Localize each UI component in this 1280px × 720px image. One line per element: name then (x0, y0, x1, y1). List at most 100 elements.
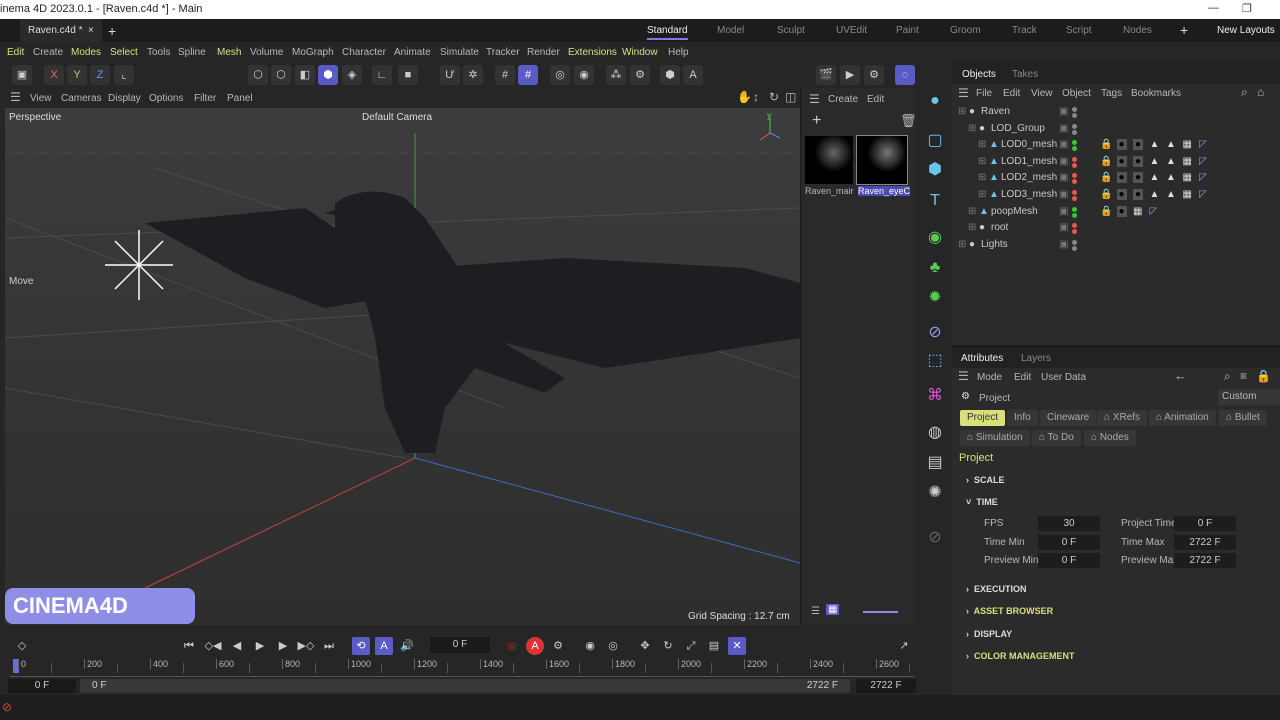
point-level-icon[interactable]: ✕ (728, 637, 746, 655)
menu-help[interactable]: Help (668, 47, 689, 58)
object-row[interactable]: ⊞ ▲ poopMesh ▣ 🔒 ● ▦ ◸ (952, 204, 1280, 220)
project-time-field[interactable]: 0 F (1174, 516, 1236, 531)
section-execution[interactable]: › EXECUTION (966, 584, 1027, 594)
edges-mode-icon[interactable]: ⬡ (271, 65, 291, 85)
tag-icon[interactable]: 🔒 (1100, 172, 1112, 183)
ptab-todo[interactable]: ⌂ To Do (1032, 430, 1081, 446)
layout-uvedit[interactable]: UVEdit (836, 25, 867, 36)
preset-dropdown[interactable]: Custom (1218, 389, 1280, 405)
text-icon[interactable]: T (925, 191, 945, 211)
tag-icon[interactable]: ● (1133, 189, 1144, 200)
expand-icon[interactable]: ⊞ (958, 106, 966, 117)
autokey-icon[interactable]: A (526, 637, 544, 655)
grid-icon[interactable]: # (495, 65, 515, 85)
menu-tools[interactable]: Tools (147, 47, 170, 58)
tag-icon[interactable]: ▲ (1166, 156, 1176, 167)
menu-edit[interactable]: Edit (7, 47, 24, 58)
list-view-icon[interactable]: ☰ (811, 606, 820, 617)
search-icon[interactable]: ⌕ (1224, 369, 1231, 384)
delete-material-icon[interactable]: 🗑 (900, 113, 917, 129)
scheme-icon[interactable]: ◎ (604, 637, 622, 655)
editor-visibility-dot[interactable] (1072, 156, 1077, 162)
render-visibility-dot[interactable] (1072, 162, 1077, 168)
menu-animate[interactable]: Animate (394, 47, 431, 58)
environment-icon[interactable]: ◍ (925, 423, 945, 443)
error-icon[interactable]: ⊘ (2, 700, 12, 714)
render-settings-clapper-icon[interactable]: ⚙ (864, 65, 884, 85)
render-visibility-dot[interactable] (1072, 113, 1077, 118)
viewport-menu-filter[interactable]: Filter (194, 93, 216, 104)
ptab-xrefs[interactable]: ⌂ XRefs (1097, 410, 1148, 426)
viewport[interactable]: y Perspective Default Camera Move Grid S… (5, 108, 800, 625)
sound-icon[interactable]: 🔊 (398, 637, 416, 655)
add-layout-button[interactable]: + (1180, 22, 1188, 38)
attr-menu-mode[interactable]: Mode (977, 372, 1002, 383)
edit-visibility-icon[interactable]: ▣ (1059, 123, 1068, 134)
menu-mesh[interactable]: Mesh (217, 47, 241, 58)
menu-select[interactable]: Select (110, 47, 138, 58)
render-view-icon[interactable]: 🎬 (816, 65, 836, 85)
hamburger-icon[interactable]: ☰ (10, 90, 21, 104)
object-row[interactable]: ⊞ ● LOD_Group ▣ (952, 121, 1280, 137)
edit-visibility-icon[interactable]: ▣ (1059, 106, 1068, 117)
tag-icon[interactable]: ▲ (1166, 172, 1176, 183)
grid-snap-icon[interactable]: # (518, 65, 538, 85)
home-icon[interactable]: ⌂ (1257, 85, 1264, 99)
spline-icon[interactable]: ▢ (925, 131, 945, 151)
playback-mode-icon[interactable]: A (375, 637, 393, 655)
menu-simulate[interactable]: Simulate (440, 47, 479, 58)
field-icon[interactable]: ⊘ (925, 323, 945, 343)
tag-icon[interactable]: ▦ (1183, 172, 1192, 183)
editor-visibility-dot[interactable] (1072, 239, 1077, 245)
render-visibility-dot[interactable] (1072, 146, 1077, 152)
max-time-field[interactable]: 2722 F (856, 679, 916, 693)
hamburger-icon[interactable]: ☰ (809, 92, 820, 106)
fps-field[interactable]: 30 (1038, 516, 1100, 531)
restore-button[interactable]: ❐ (1242, 2, 1252, 15)
render-visibility-dot[interactable] (1072, 212, 1077, 218)
ptab-animation[interactable]: ⌂ Animation (1149, 410, 1216, 426)
position-key-icon[interactable]: ✥ (636, 637, 654, 655)
next-key-icon[interactable]: ▶◇ (297, 637, 315, 655)
material-thumb-selected[interactable] (856, 135, 908, 185)
render-visibility-dot[interactable] (1072, 245, 1077, 251)
cube-icon[interactable]: ⬢ (925, 160, 945, 180)
menu-window[interactable]: Window (622, 47, 658, 58)
prev-frame-icon[interactable]: ◀ (228, 637, 246, 655)
back-arrow-icon[interactable]: ← (1174, 368, 1187, 383)
object-row[interactable]: ⊞ ● Lights ▣ (952, 237, 1280, 253)
expand-icon[interactable]: ⊞ (978, 139, 986, 150)
layout-model[interactable]: Model (717, 25, 744, 36)
menu-create[interactable]: Create (33, 47, 63, 58)
render-visibility-dot[interactable] (1072, 196, 1077, 201)
expand-icon[interactable]: ⊞ (978, 156, 986, 167)
workplane-icon[interactable]: ∟ (372, 65, 392, 85)
expand-icon[interactable]: ⊞ (968, 206, 976, 217)
z-axis-lock-button[interactable]: Z (90, 65, 110, 85)
material-menu-edit[interactable]: Edit (867, 94, 884, 105)
thumbnail-size-slider[interactable] (863, 611, 898, 613)
render-settings-icon[interactable]: ⬢ (660, 65, 680, 85)
tag-icon[interactable]: ◸ (1199, 156, 1207, 167)
tag-icon[interactable]: ● (1116, 205, 1127, 217)
obj-menu-file[interactable]: File (976, 88, 992, 99)
ptab-project[interactable]: Project (960, 410, 1006, 426)
layout-track[interactable]: Track (1012, 25, 1037, 36)
tag-icon[interactable]: 🔒 (1100, 189, 1112, 200)
scale-key-icon[interactable]: ⤢ (682, 637, 700, 655)
range-slider[interactable]: 0 F 2722 F (80, 679, 850, 693)
section-asset-browser[interactable]: › ASSET BROWSER (966, 606, 1053, 616)
expand-icon[interactable]: ⊞ (968, 123, 976, 134)
record-icon[interactable]: ◎ (503, 637, 521, 655)
editor-visibility-dot[interactable] (1072, 223, 1077, 229)
tag-icon[interactable]: ● (1116, 139, 1127, 151)
layout-standard[interactable]: Standard (647, 25, 688, 40)
camera-icon[interactable]: ⬚ (925, 351, 945, 371)
ptab-nodes[interactable]: ⌂ Nodes (1084, 430, 1136, 446)
mograph-cloner-icon[interactable]: ♣ (925, 258, 945, 278)
tag-icon[interactable]: ● (1133, 155, 1144, 167)
tab-attributes[interactable]: Attributes (961, 353, 1003, 364)
add-tab-button[interactable]: + (108, 23, 116, 39)
time-min-field[interactable]: 0 F (1038, 535, 1100, 550)
tab-layers[interactable]: Layers (1021, 353, 1051, 364)
